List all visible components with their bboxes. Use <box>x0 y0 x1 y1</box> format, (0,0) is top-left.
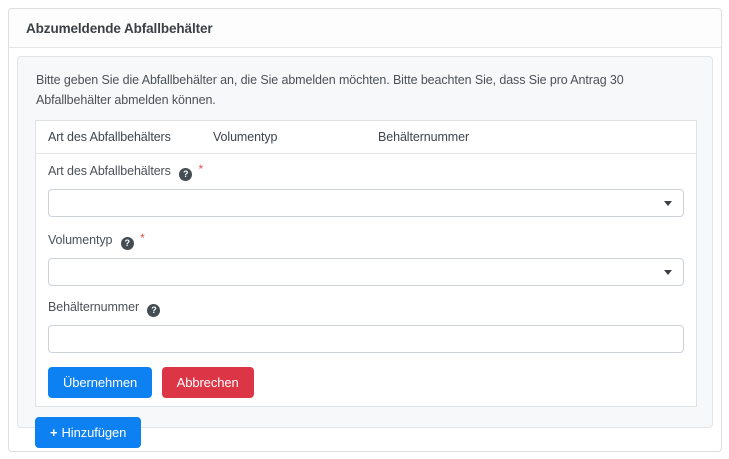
plus-icon: + <box>50 425 58 440</box>
page-title: Abzumeldende Abfallbehälter <box>26 21 213 36</box>
field-group-art: Art des Abfallbehälters ? * <box>48 162 684 217</box>
waste-container-card: Abzumeldende Abfallbehälter Bitte geben … <box>8 8 722 452</box>
field-label-behaelternummer-text: Behälternummer <box>48 300 139 314</box>
edit-row-form: Art des Abfallbehälters ? * Volumentyp <box>36 154 696 406</box>
field-label-behaelternummer: Behälternummer ? <box>48 300 684 317</box>
help-icon[interactable]: ? <box>179 168 192 181</box>
field-group-volumentyp: Volumentyp ? * <box>48 231 684 286</box>
required-asterisk: * <box>140 231 145 245</box>
add-container-button[interactable]: + Hinzufügen <box>35 417 141 448</box>
field-label-art-text: Art des Abfallbehälters <box>48 164 171 178</box>
field-label-art: Art des Abfallbehälters ? * <box>48 162 684 181</box>
field-label-volumentyp-text: Volumentyp <box>48 233 112 247</box>
art-select-wrap <box>48 189 684 217</box>
required-asterisk: * <box>199 162 204 176</box>
apply-button[interactable]: Übernehmen <box>48 367 152 398</box>
art-des-abfallbehaelters-select[interactable] <box>48 189 684 217</box>
card-header: Abzumeldende Abfallbehälter <box>9 9 721 48</box>
behaelternummer-input[interactable] <box>48 325 684 353</box>
add-button-label: Hinzufügen <box>62 425 127 440</box>
field-group-behaelternummer: Behälternummer ? <box>48 300 684 353</box>
field-label-volumentyp: Volumentyp ? * <box>48 231 684 250</box>
volumentyp-select-wrap <box>48 258 684 286</box>
volumentyp-select[interactable] <box>48 258 684 286</box>
help-icon[interactable]: ? <box>121 237 134 250</box>
containers-table: Art des Abfallbehälters Volumentyp Behäl… <box>35 120 697 407</box>
instruction-text: Bitte geben Sie die Abfallbehälter an, d… <box>36 70 695 110</box>
deregister-panel: Bitte geben Sie die Abfallbehälter an, d… <box>17 56 713 428</box>
column-header-volumentyp: Volumentyp <box>201 121 366 153</box>
column-header-art: Art des Abfallbehälters <box>36 121 201 153</box>
help-icon[interactable]: ? <box>147 304 160 317</box>
form-button-row: Übernehmen Abbrechen <box>48 367 684 398</box>
column-header-behaelternummer: Behälternummer <box>366 121 696 153</box>
card-body: Bitte geben Sie die Abfallbehälter an, d… <box>9 48 721 436</box>
table-header-row: Art des Abfallbehälters Volumentyp Behäl… <box>36 121 696 154</box>
cancel-button[interactable]: Abbrechen <box>162 367 254 398</box>
